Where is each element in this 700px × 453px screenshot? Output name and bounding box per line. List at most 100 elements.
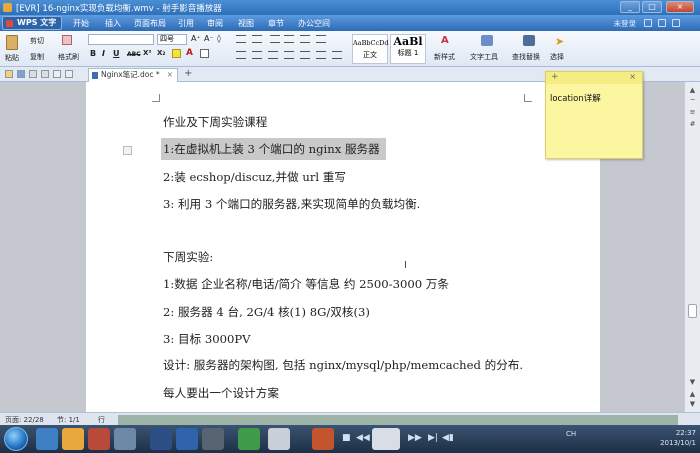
help-icon[interactable] (644, 19, 652, 27)
print-icon[interactable] (29, 70, 37, 78)
tab-close-icon[interactable]: × (167, 69, 173, 81)
save-icon[interactable] (17, 70, 25, 78)
vertical-scrollbar[interactable]: ▲ ─ ≡ # ▼ ▲ ▼ (684, 82, 700, 412)
taskbar-notes-icon[interactable] (268, 428, 290, 450)
scroll-up-icon[interactable]: ▲ (688, 86, 697, 94)
sticky-note-text[interactable]: location详解 (550, 92, 601, 104)
taskbar-terminal-icon[interactable] (202, 428, 224, 450)
taskbar-ie-icon[interactable] (36, 428, 58, 450)
video-seek-bar[interactable] (118, 415, 678, 425)
menu-office-space[interactable]: 办公空间 (298, 18, 330, 29)
paste-button[interactable]: 粘贴 (5, 53, 19, 63)
wps-app-menu-button[interactable]: WPS 文字 (2, 16, 62, 30)
player-skip-icon[interactable]: ▶| (428, 433, 438, 443)
prev-page-icon[interactable]: ▲ (688, 390, 697, 398)
menu-start[interactable]: 开始 (73, 18, 89, 29)
font-size-select[interactable]: 四号 (157, 34, 187, 45)
player-prev-icon[interactable]: ◀◀ (356, 433, 370, 443)
align-right-icon[interactable] (268, 51, 278, 59)
undo-icon[interactable] (53, 70, 61, 78)
sticky-close-icon[interactable]: × (629, 72, 636, 81)
text-tools-button[interactable]: 文字工具 (470, 52, 498, 62)
highlight-icon[interactable] (172, 49, 181, 58)
bullets-icon[interactable] (236, 35, 246, 43)
ribbon-toggle-icon[interactable] (672, 19, 680, 27)
taskbar-chrome-icon[interactable] (88, 428, 110, 450)
indent-icon[interactable] (284, 35, 294, 43)
scroll-thumb[interactable] (688, 304, 697, 318)
distribute-icon[interactable] (300, 51, 310, 59)
font-color-icon[interactable]: A (186, 48, 193, 58)
skin-icon[interactable] (658, 19, 666, 27)
close-button[interactable]: × (666, 1, 694, 13)
char-border-icon[interactable] (200, 49, 209, 58)
taskbar-presentation-icon[interactable] (312, 428, 334, 450)
numbering-icon[interactable] (252, 35, 262, 43)
menu-view[interactable]: 视图 (238, 18, 254, 29)
eraser-icon[interactable] (62, 35, 72, 45)
menu-page-layout[interactable]: 页面布局 (134, 18, 166, 29)
bold-button[interactable]: B (90, 49, 96, 58)
open-icon[interactable] (5, 70, 13, 78)
align-left-icon[interactable] (236, 51, 246, 59)
sticky-note[interactable]: + × location详解 (545, 71, 643, 159)
find-replace-icon[interactable] (523, 35, 535, 46)
scroll-grid-icon[interactable]: # (688, 120, 697, 128)
sticky-add-icon[interactable]: + (551, 72, 559, 82)
taskbar-folder-icon[interactable] (62, 428, 84, 450)
preview-icon[interactable] (41, 70, 49, 78)
outdent-icon[interactable] (270, 35, 280, 43)
tab-nginx-notes[interactable]: Nginx笔记.doc * × (88, 68, 178, 82)
start-button[interactable] (4, 427, 28, 451)
clear-format-icon[interactable]: ◊ (217, 34, 221, 43)
player-next-icon[interactable]: ▶▶ (408, 433, 422, 443)
menu-reference[interactable]: 引用 (178, 18, 194, 29)
copy-button[interactable]: 复制 (30, 52, 44, 62)
scroll-down-icon[interactable]: ▼ (688, 378, 697, 386)
new-style-icon[interactable]: A (441, 35, 453, 46)
font-name-input[interactable] (88, 34, 154, 45)
select-cursor-icon[interactable]: ➤ (555, 35, 567, 48)
shading-icon[interactable] (332, 51, 342, 59)
scroll-lines-icon[interactable]: ≡ (688, 108, 697, 116)
document-page[interactable]: 作业及下周实验课程 1:在虚拟机上装 3 个端口的 nginx 服务器 2:装 … (86, 82, 600, 412)
style-heading-1[interactable]: AaBl 标题 1 (390, 34, 426, 64)
align-center-icon[interactable] (252, 51, 262, 59)
strikethrough-button[interactable]: ABC (127, 51, 141, 58)
redo-icon[interactable] (65, 70, 73, 78)
show-marks-icon[interactable] (316, 35, 326, 43)
minimize-button[interactable]: _ (620, 1, 640, 13)
input-language[interactable]: CH (566, 430, 576, 438)
menu-chapter[interactable]: 章节 (268, 18, 284, 29)
menu-review[interactable]: 审阅 (207, 18, 223, 29)
cut-button[interactable]: 剪切 (30, 36, 44, 46)
taskbar-vm-icon[interactable] (114, 428, 136, 450)
format-painter-button[interactable]: 格式刷 (58, 52, 79, 62)
taskbar-wps-writer-icon[interactable] (176, 428, 198, 450)
select-button[interactable]: 选择 (550, 52, 564, 62)
superscript-button[interactable]: X² (143, 49, 151, 57)
justify-icon[interactable] (284, 51, 294, 59)
italic-button[interactable]: I (102, 49, 105, 58)
grow-font-icon[interactable]: A⁺ (191, 34, 201, 43)
shrink-font-icon[interactable]: A⁻ (204, 34, 214, 43)
subscript-button[interactable]: X₂ (157, 49, 165, 57)
player-stop-icon[interactable]: ■ (342, 433, 351, 443)
system-clock[interactable]: 22:37 2013/10/1 (660, 428, 696, 448)
next-page-icon[interactable]: ▼ (688, 400, 697, 408)
style-normal[interactable]: AaBbCcDd 正文 (352, 34, 389, 64)
login-status[interactable]: 未登录 (614, 18, 637, 29)
taskbar-spreadsheet-icon[interactable] (238, 428, 260, 450)
find-replace-button[interactable]: 查找替换 (512, 52, 540, 62)
text-tools-icon[interactable] (481, 35, 493, 46)
new-tab-button[interactable]: + (184, 68, 192, 79)
line-spacing-icon[interactable] (316, 51, 326, 59)
underline-button[interactable]: U (113, 49, 120, 58)
scroll-bar-icon[interactable]: ─ (688, 96, 697, 104)
player-play-button[interactable] (372, 428, 400, 450)
taskbar-app-icon[interactable] (150, 428, 172, 450)
menu-insert[interactable]: 插入 (105, 18, 121, 29)
sort-icon[interactable] (300, 35, 310, 43)
maximize-button[interactable]: □ (642, 1, 662, 13)
paste-icon[interactable] (6, 35, 18, 50)
